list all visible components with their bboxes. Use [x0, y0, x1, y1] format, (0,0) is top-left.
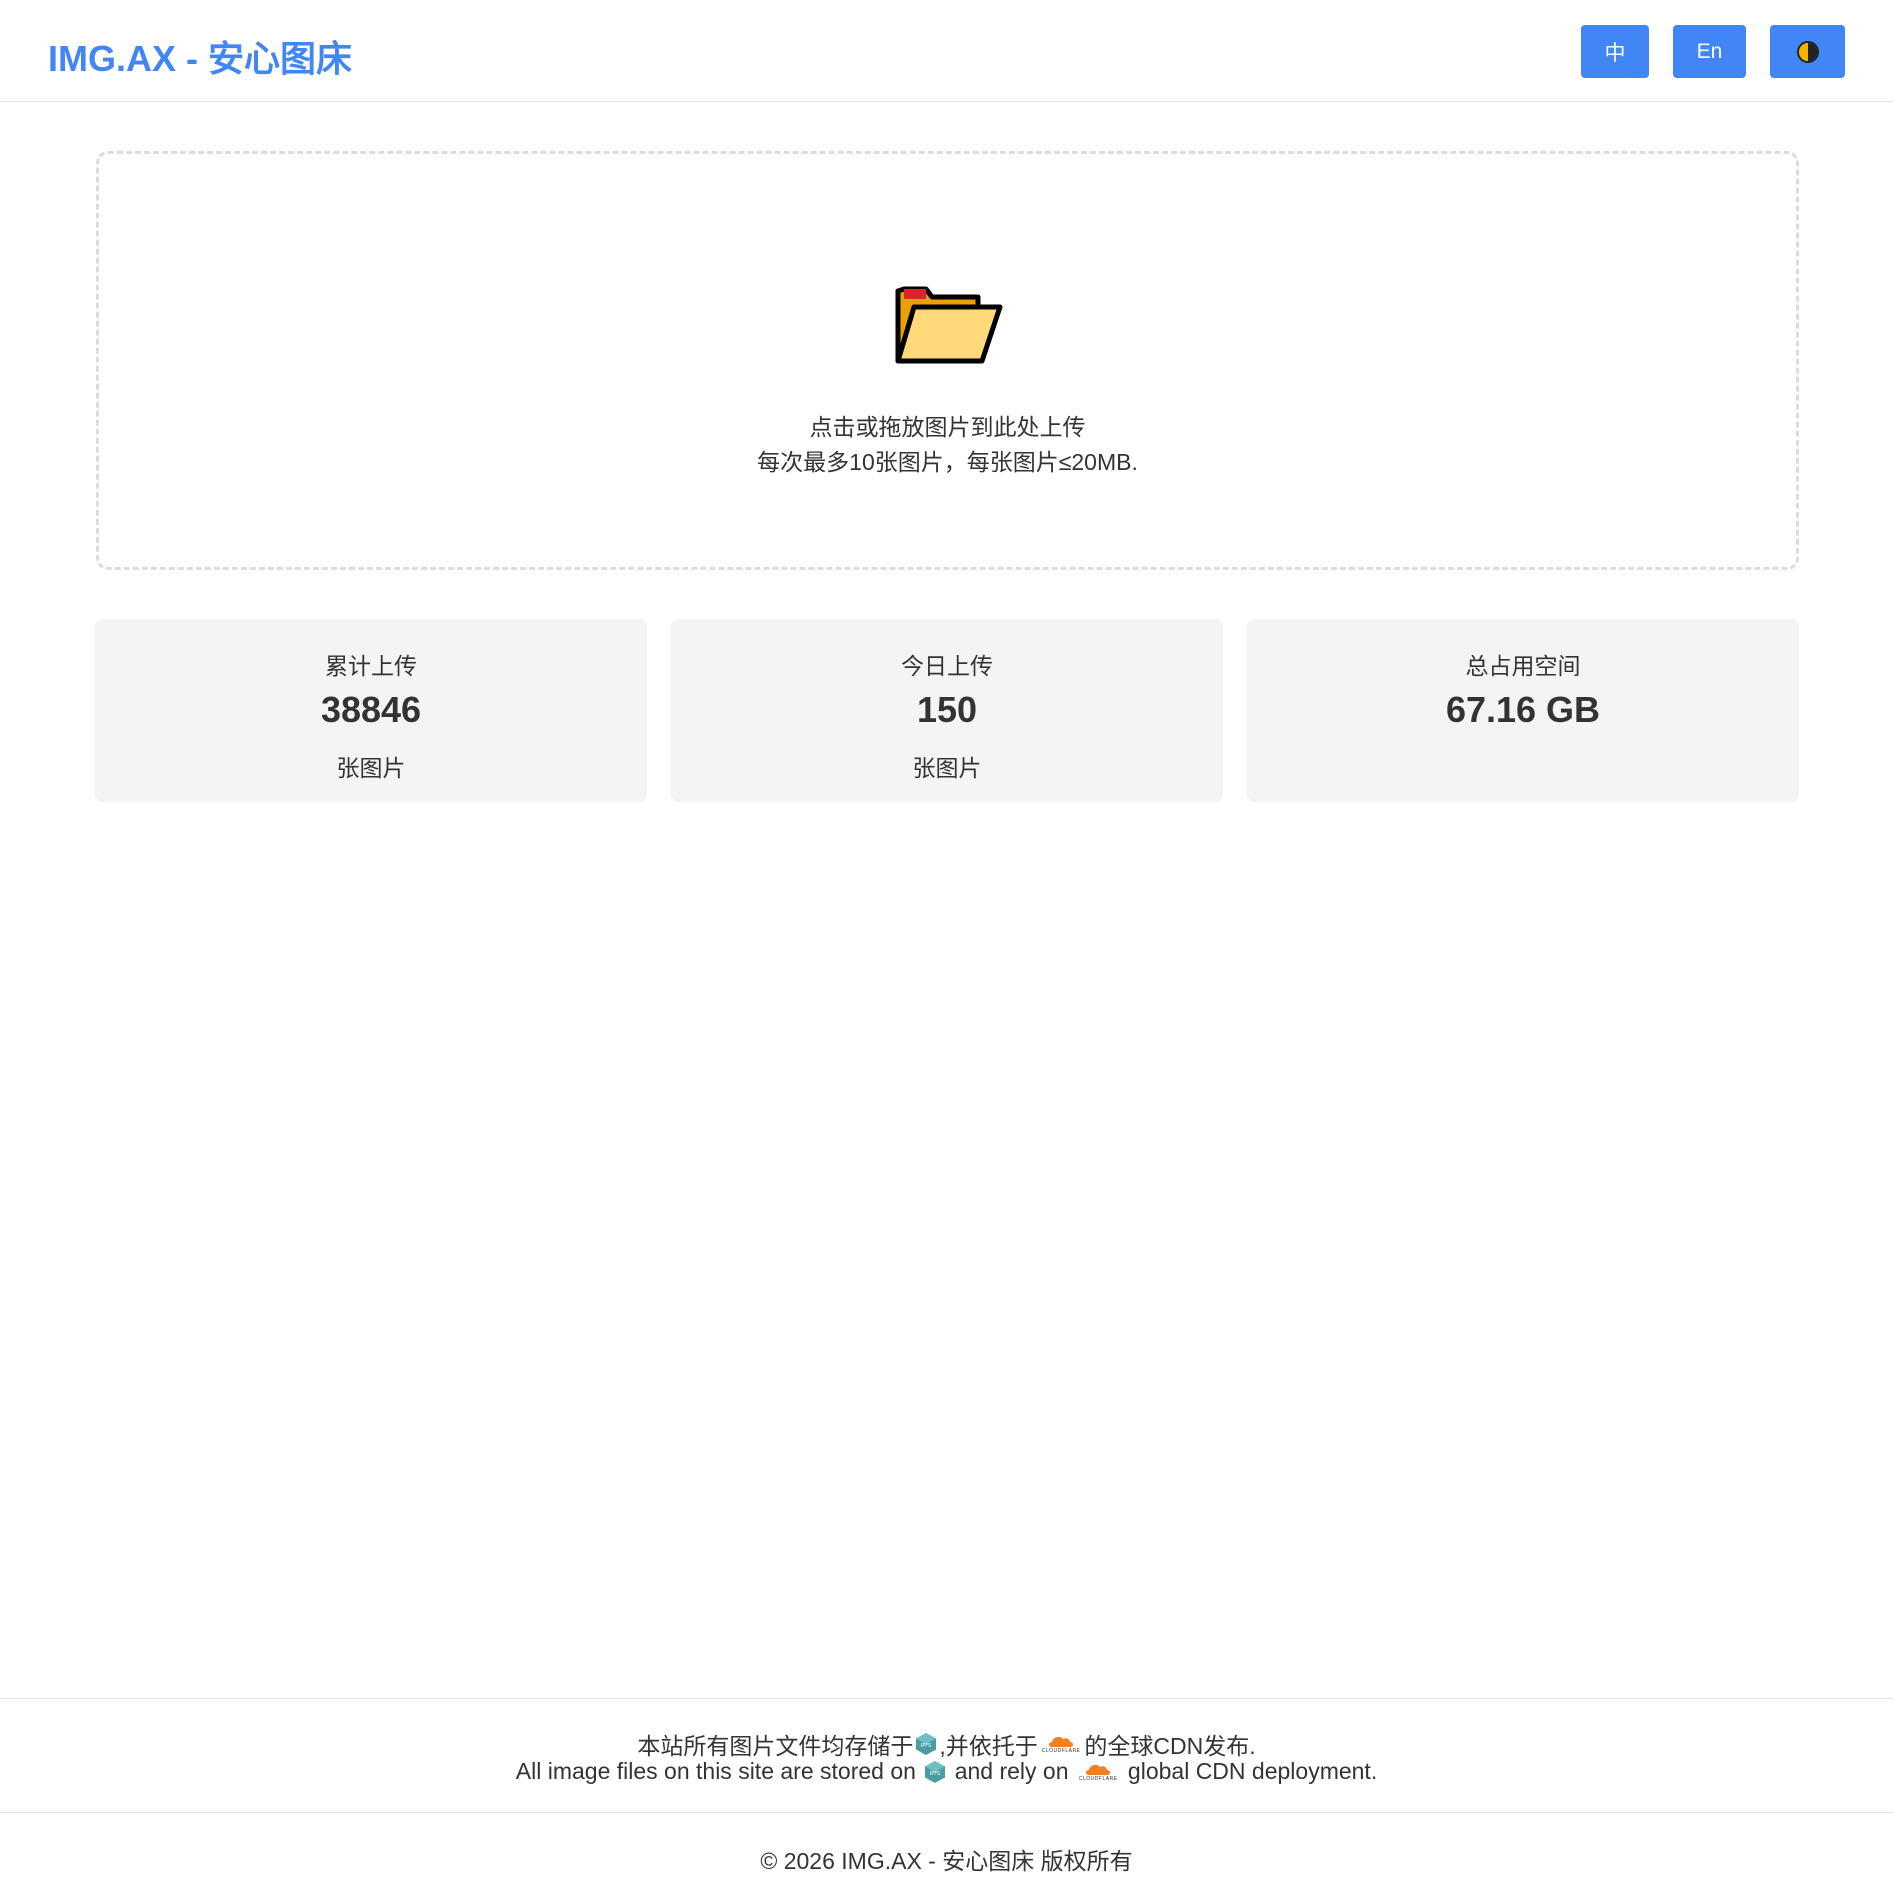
footer-line-en: All image files on this site are stored … — [0, 1758, 1893, 1785]
cloudflare-logo-icon[interactable]: CLOUDFLARE — [1042, 1734, 1081, 1754]
stat-value: 67.16 GB — [1445, 689, 1601, 730]
svg-text:IPFS: IPFS — [930, 1771, 940, 1777]
stat-label: 今日上传 — [901, 653, 993, 679]
stat-label: 累计上传 — [325, 653, 417, 679]
cloudflare-logo-icon[interactable]: CLOUDFLARE — [1079, 1762, 1118, 1782]
stat-today-uploads: 今日上传 150 张图片 — [671, 619, 1223, 802]
stat-total-uploads: 累计上传 38846 张图片 — [95, 619, 647, 802]
site-title[interactable]: IMG.AX - 安心图床 — [48, 30, 352, 82]
stat-unit: 张图片 — [336, 755, 406, 781]
copyright: © 2026 IMG.AX - 安心图床 版权所有 — [760, 1848, 1133, 1874]
theme-toggle-button[interactable] — [1770, 25, 1845, 78]
footer-info: 本站所有图片文件均存储于 IPFS ,并依托于 CLOUDFLARE 的全球CD… — [0, 1698, 1893, 1813]
stat-value: 38846 — [320, 689, 422, 730]
footer-text: 本站所有图片文件均存储于 — [637, 1733, 914, 1759]
stat-total-space: 总占用空间 67.16 GB — [1247, 619, 1799, 802]
ipfs-logo-icon[interactable]: IPFS — [924, 1760, 946, 1784]
footer-text: and rely on — [954, 1758, 1069, 1784]
footer-text: 的全球CDN发布. — [1084, 1733, 1256, 1759]
upload-dropzone[interactable]: 点击或拖放图片到此处上传 每次最多10张图片，每张图片≤20MB. — [96, 151, 1799, 570]
svg-text:IPFS: IPFS — [921, 1743, 931, 1749]
stat-value: 150 — [916, 689, 978, 730]
stat-unit: 张图片 — [912, 755, 982, 781]
footer-text: global CDN deployment. — [1127, 1758, 1378, 1784]
stat-label: 总占用空间 — [1465, 653, 1581, 679]
footer-text: All image files on this site are stored … — [515, 1758, 916, 1784]
footer-text: ,并依托于 — [939, 1733, 1038, 1759]
folder-icon — [895, 286, 1003, 364]
upload-limit: 每次最多10张图片，每张图片≤20MB. — [757, 449, 1138, 475]
footer-line-zh: 本站所有图片文件均存储于 IPFS ,并依托于 CLOUDFLARE 的全球CD… — [0, 1727, 1893, 1761]
lang-zh-button[interactable]: 中 — [1581, 25, 1649, 78]
lang-en-button[interactable]: En — [1673, 25, 1746, 78]
ipfs-logo-icon[interactable]: IPFS — [915, 1732, 937, 1756]
upload-hint: 点击或拖放图片到此处上传 — [809, 414, 1086, 440]
theme-toggle-icon — [1796, 40, 1819, 63]
header: IMG.AX - 安心图床 中 En — [0, 0, 1893, 102]
